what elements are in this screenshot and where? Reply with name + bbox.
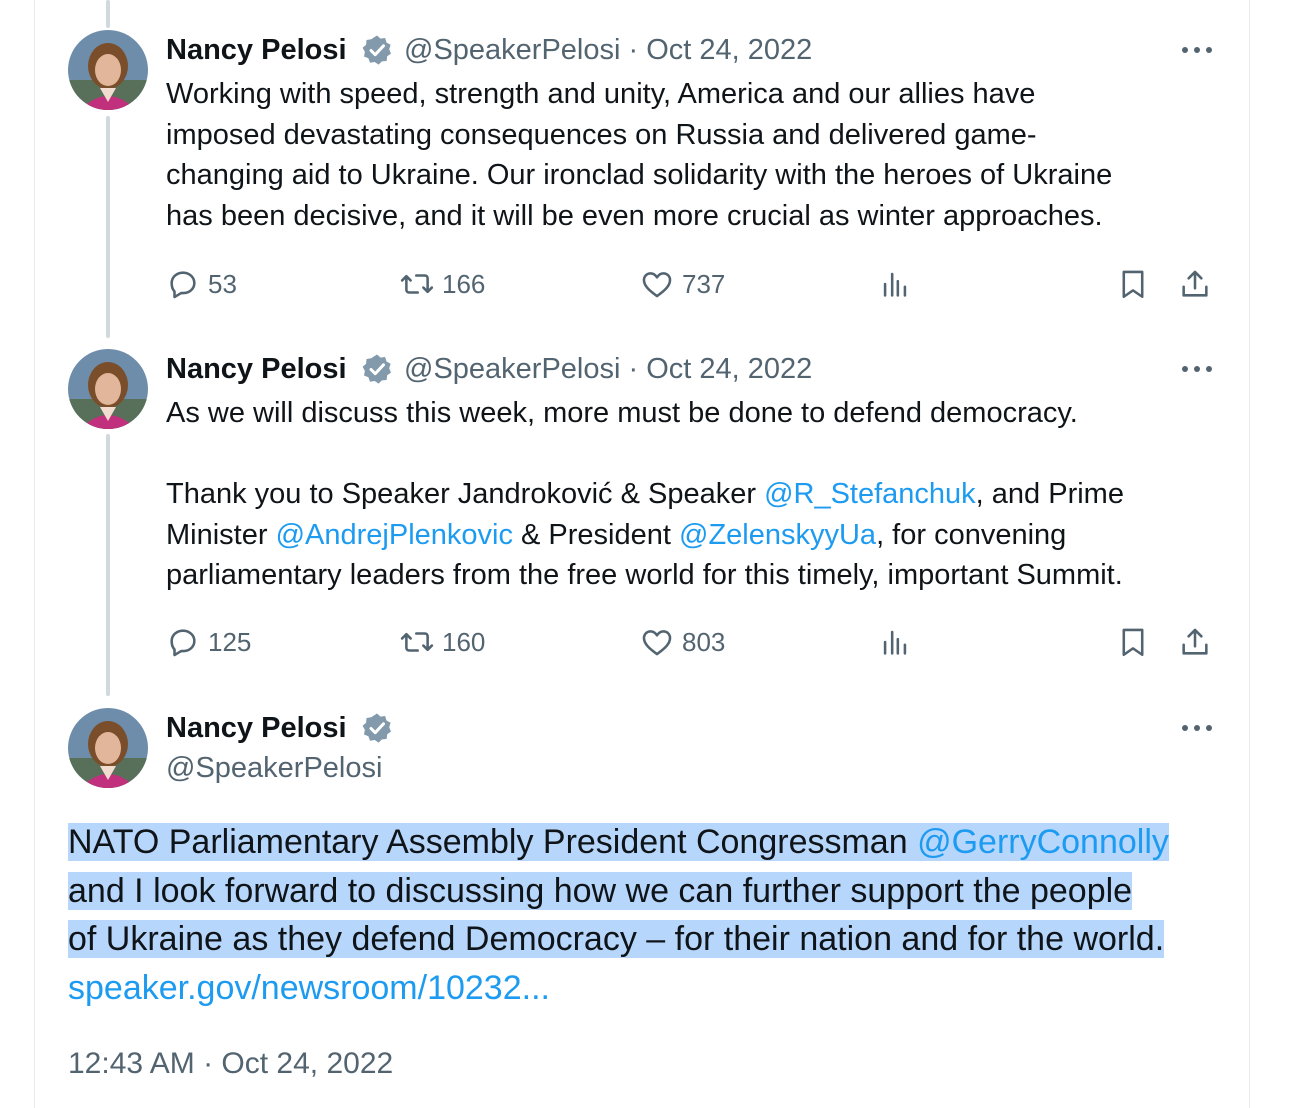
text-line: As we will discuss this week, more must …	[166, 397, 1078, 429]
views-icon	[883, 630, 907, 655]
tweet-timestamp[interactable]: 12:43 AM · Oct 24, 2022	[68, 1044, 393, 1084]
author-name[interactable]: Nancy Pelosi	[166, 32, 347, 68]
like-count: 737	[682, 268, 726, 299]
action-bar: 53 166 737	[166, 264, 1216, 304]
retweet-count: 166	[442, 268, 486, 299]
verified-icon	[361, 34, 393, 66]
like-icon	[642, 630, 672, 656]
retweet-count: 160	[442, 626, 486, 657]
text-segment: of Ukraine as they defend Democracy – fo…	[68, 920, 1165, 958]
reply-count: 125	[208, 626, 252, 657]
tweet-text: As we will discuss this week, more must …	[166, 393, 1226, 596]
author-handle[interactable]: @SpeakerPelosi	[166, 750, 382, 786]
thread-line-2	[106, 434, 110, 696]
mention-link[interactable]: @GerryConnolly	[917, 823, 1169, 861]
avatar[interactable]	[68, 708, 148, 788]
author-name[interactable]: Nancy Pelosi	[166, 351, 347, 387]
avatar[interactable]	[68, 30, 148, 110]
reply-button[interactable]: 125	[166, 622, 251, 662]
share-button[interactable]	[1178, 264, 1220, 304]
handle-and-date[interactable]: @SpeakerPelosi · Oct 24, 2022	[404, 32, 812, 68]
views-button[interactable]	[878, 264, 920, 304]
like-count: 803	[682, 626, 726, 657]
text-line: changing aid to Ukraine. Our ironclad so…	[166, 159, 1113, 191]
text-line: Minister @AndrejPlenkovic & President @Z…	[166, 515, 1226, 556]
reply-icon	[170, 629, 196, 657]
text-segment: , for convening	[876, 518, 1067, 551]
text-segment: & President	[512, 518, 679, 551]
retweet-button[interactable]: 160	[400, 622, 485, 662]
mention-link[interactable]: @ZelenskyyUa	[679, 519, 876, 551]
text-line: Working with speed, strength and unity, …	[166, 78, 1036, 110]
text-line: and I look forward to discussing how we …	[68, 867, 1218, 916]
thread-line-1	[106, 116, 110, 338]
text-line: Thank you to Speaker Jandroković & Speak…	[166, 474, 1226, 515]
thread-line-top	[106, 0, 110, 28]
bookmark-icon	[1122, 270, 1144, 299]
url-link[interactable]: speaker.gov/newsroom/10232...	[68, 966, 550, 1010]
retweet-icon	[400, 632, 434, 652]
author-name[interactable]: Nancy Pelosi	[166, 710, 347, 746]
text-line: NATO Parliamentary Assembly President Co…	[68, 818, 1218, 867]
reply-count: 53	[208, 268, 237, 299]
bookmark-icon	[1122, 628, 1144, 657]
text-line: has been decisive, and it will be even m…	[166, 199, 1103, 232]
text-segment: Thank you to Speaker Jandroković & Speak…	[166, 478, 765, 510]
bookmark-button[interactable]	[1116, 622, 1158, 662]
like-icon	[642, 272, 672, 298]
avatar[interactable]	[68, 349, 148, 429]
like-button[interactable]: 803	[640, 622, 725, 662]
text-segment: , and Prime	[975, 478, 1124, 510]
text-line: imposed devastating consequences on Russ…	[166, 118, 1037, 151]
handle-and-date[interactable]: @SpeakerPelosi · Oct 24, 2022	[404, 351, 812, 387]
like-button[interactable]: 737	[640, 264, 725, 304]
verified-icon	[361, 353, 393, 385]
mention-link[interactable]: @R_Stefanchuk	[764, 478, 976, 510]
bookmark-button[interactable]	[1116, 264, 1158, 304]
views-button[interactable]	[878, 622, 920, 662]
action-bar: 125 160 803	[166, 622, 1216, 662]
share-icon	[1182, 628, 1208, 655]
text-line: of Ukraine as they defend Democracy – fo…	[68, 915, 1218, 964]
more-icon[interactable]	[1180, 359, 1214, 379]
reply-icon	[170, 271, 196, 299]
views-icon	[883, 272, 907, 297]
retweet-button[interactable]: 166	[400, 264, 485, 304]
more-icon[interactable]	[1180, 718, 1214, 738]
tweet-text: NATO Parliamentary Assembly President Co…	[68, 818, 1218, 964]
share-icon	[1182, 270, 1208, 297]
more-icon[interactable]	[1180, 40, 1214, 60]
text-segment: Minister	[166, 518, 276, 551]
reply-button[interactable]: 53	[166, 264, 237, 304]
verified-icon	[361, 712, 393, 744]
text-line: parliamentary leaders from the free worl…	[166, 559, 1123, 591]
retweet-icon	[400, 274, 434, 294]
share-button[interactable]	[1178, 622, 1220, 662]
text-segment: NATO Parliamentary Assembly President Co…	[68, 823, 918, 861]
tweet-text: Working with speed, strength and unity, …	[166, 74, 1226, 236]
text-segment: and I look forward to discussing how we …	[68, 871, 1133, 910]
mention-link[interactable]: @AndrejPlenkovic	[276, 519, 513, 551]
